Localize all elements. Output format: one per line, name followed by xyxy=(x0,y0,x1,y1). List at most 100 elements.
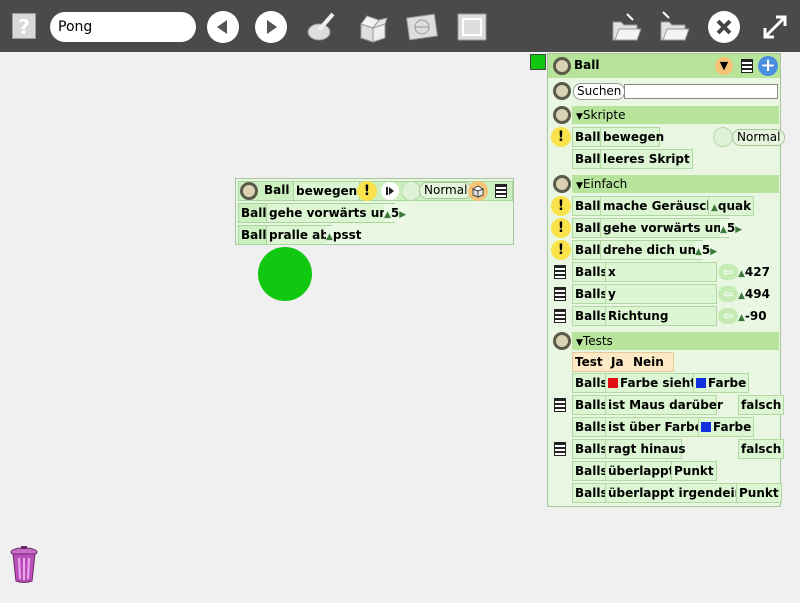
next-page-button[interactable] xyxy=(255,11,287,43)
script-row-command[interactable]: gehe vorwärts um xyxy=(266,203,395,223)
row-command[interactable]: drehe dich um xyxy=(600,240,704,260)
close-button[interactable] xyxy=(708,11,740,43)
color-swatch-icon[interactable] xyxy=(608,378,618,388)
row-command[interactable]: gehe vorwärts um xyxy=(600,218,729,238)
triangle-left-icon xyxy=(217,20,227,34)
row-menu-icon[interactable] xyxy=(554,309,566,323)
row-object: Ball xyxy=(572,127,604,147)
section-header-skripte[interactable]: ▼Skripte xyxy=(572,106,779,124)
search-button[interactable]: Suchen xyxy=(573,83,626,100)
supplies-icon[interactable] xyxy=(468,181,488,201)
stepper-icon: ▲ xyxy=(695,247,702,257)
paint-button[interactable] xyxy=(305,10,339,44)
warning-icon[interactable]: ! xyxy=(551,127,571,147)
row-command[interactable]: ist über Farbe xyxy=(605,417,706,437)
section-dismiss-icon[interactable] xyxy=(553,106,571,124)
open-project-button[interactable] xyxy=(609,10,643,44)
row-command[interactable]: x xyxy=(605,262,717,282)
search-input[interactable] xyxy=(624,84,778,99)
row-command[interactable]: ist Maus darüber xyxy=(605,395,723,415)
row-command[interactable]: y xyxy=(605,284,717,304)
stepper-icon: ▲ xyxy=(738,269,745,279)
row-object: Ball xyxy=(572,218,604,238)
arrow-left-icon[interactable]: ⇦ xyxy=(718,264,738,280)
row-value[interactable]: Farbe xyxy=(693,373,750,393)
test-label: Test xyxy=(575,355,603,369)
share-button[interactable] xyxy=(405,10,439,44)
triangle-right-icon xyxy=(267,20,277,34)
row-menu-icon[interactable] xyxy=(554,265,566,279)
row-command[interactable]: überlappt irgendein xyxy=(605,483,747,503)
stepper-icon: ▲ xyxy=(738,291,745,301)
warning-icon[interactable]: ! xyxy=(551,196,571,216)
section-dismiss-icon[interactable] xyxy=(553,332,571,350)
script-row-value[interactable]: ▲5▶ xyxy=(384,204,407,222)
globe-icon xyxy=(406,13,438,41)
row-value[interactable]: Punkt xyxy=(671,461,717,481)
warning-icon[interactable]: ! xyxy=(357,181,377,201)
color-swatch-icon[interactable] xyxy=(701,422,711,432)
fullscreen-button[interactable] xyxy=(455,10,489,44)
ball-sprite[interactable] xyxy=(258,247,312,301)
no-label: Nein xyxy=(633,355,664,369)
row-command[interactable]: mache Geräusch xyxy=(600,196,718,216)
sprite-thumbnail[interactable] xyxy=(530,54,546,70)
arrow-left-icon[interactable]: ⇦ xyxy=(718,286,738,302)
row-value[interactable]: ▲quak xyxy=(708,196,755,216)
row-object: Ball xyxy=(572,240,604,260)
row-command[interactable]: Farbe sieht xyxy=(605,373,700,393)
panel-title: Ball xyxy=(574,58,600,72)
row-value[interactable]: ▲427 xyxy=(738,263,770,281)
row-command[interactable]: ragt hinaus xyxy=(605,439,686,459)
arrow-left-icon[interactable]: ⇦ xyxy=(718,308,738,324)
previous-page-button[interactable] xyxy=(207,11,239,43)
script-row-command[interactable]: pralle ab xyxy=(266,225,332,245)
shrink-button[interactable] xyxy=(758,10,792,44)
script-menu-icon[interactable] xyxy=(495,184,507,198)
add-plus-icon[interactable]: + xyxy=(758,56,778,76)
toolbar: ? xyxy=(0,0,800,52)
row-command[interactable]: leeres Skript xyxy=(600,149,693,169)
save-project-button[interactable] xyxy=(657,10,691,44)
stepper-icon: ▲ xyxy=(720,225,727,235)
row-command[interactable]: bewegen xyxy=(600,127,664,147)
section-header-tests[interactable]: ▼Tests xyxy=(572,332,779,350)
row-value[interactable]: ▲-90 xyxy=(738,307,767,325)
row-value[interactable]: ▲5▶ xyxy=(695,241,718,259)
project-name-field[interactable] xyxy=(50,12,196,42)
triangle-down-icon: ▼ xyxy=(576,338,583,348)
row-value[interactable]: Punkt xyxy=(736,483,782,503)
script-dismiss-icon[interactable] xyxy=(240,182,258,200)
row-command[interactable]: Richtung xyxy=(605,306,717,326)
color-swatch-icon[interactable] xyxy=(696,378,706,388)
trash-button[interactable] xyxy=(10,546,38,584)
row-value[interactable]: ▲494 xyxy=(738,285,770,303)
tick-mode-button[interactable]: Normal xyxy=(732,129,786,146)
paint-brush-icon xyxy=(307,12,335,41)
panel-menu-icon[interactable] xyxy=(741,59,753,73)
tick-clock-icon[interactable] xyxy=(401,181,421,201)
help-button[interactable]: ? xyxy=(12,13,36,39)
script-editor[interactable]: Ball bewegen ! Normal Ball gehe vorwärts… xyxy=(235,178,514,245)
row-menu-icon[interactable] xyxy=(554,287,566,301)
warning-icon[interactable]: ! xyxy=(551,240,571,260)
search-dismiss-icon[interactable] xyxy=(553,82,571,100)
row-menu-icon[interactable] xyxy=(554,398,566,412)
chevron-down-icon[interactable]: ▼ xyxy=(715,57,733,75)
panel-dismiss-icon[interactable] xyxy=(553,57,571,75)
section-header-einfach[interactable]: ▼Einfach xyxy=(572,175,779,193)
row-value[interactable]: Farbe xyxy=(698,417,755,437)
test-tile[interactable]: Test Ja Nein xyxy=(572,352,674,372)
supplies-button[interactable] xyxy=(355,10,389,44)
script-event-label[interactable]: bewegen xyxy=(293,181,361,201)
step-button[interactable] xyxy=(381,182,399,200)
warning-icon[interactable]: ! xyxy=(551,218,571,238)
row-command[interactable]: überlappt xyxy=(605,461,678,481)
tick-mode-button[interactable]: Normal xyxy=(419,182,473,199)
row-menu-icon[interactable] xyxy=(554,442,566,456)
script-row-value[interactable]: ▲psst xyxy=(326,226,362,244)
row-value[interactable]: ▲5▶ xyxy=(720,219,743,237)
section-dismiss-icon[interactable] xyxy=(553,175,571,193)
tick-clock-icon[interactable] xyxy=(713,127,733,147)
step-icon xyxy=(386,187,394,195)
